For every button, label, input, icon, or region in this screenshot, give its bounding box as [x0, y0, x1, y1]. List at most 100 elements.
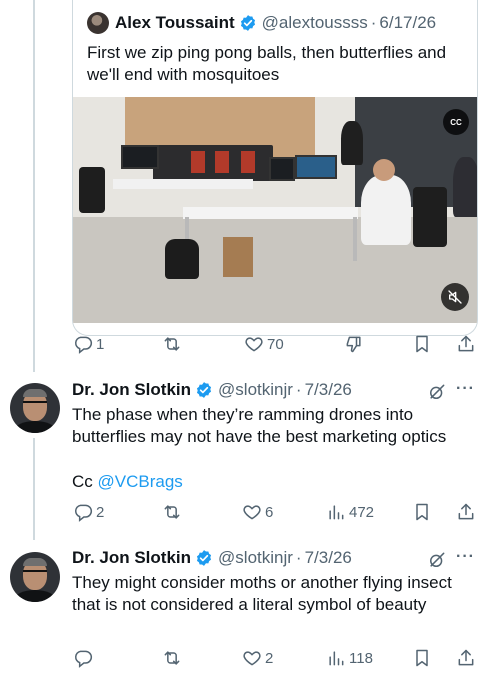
reply-button[interactable]	[73, 648, 96, 668]
quoted-tweet-date[interactable]: 6/17/26	[379, 13, 436, 33]
reply-icon	[75, 504, 93, 522]
video-scene-person	[341, 121, 363, 165]
heart-icon	[243, 505, 261, 520]
reply-button[interactable]: 2	[73, 502, 104, 522]
quoted-tweet-video[interactable]: CC	[73, 97, 477, 323]
video-scene-backpack	[165, 239, 199, 279]
quoted-author-name[interactable]: Alex Toussaint	[115, 13, 235, 33]
dislike-button[interactable]	[344, 334, 364, 354]
views-count: 472	[349, 503, 375, 521]
share-button[interactable]	[456, 502, 476, 522]
speaker-muted-icon	[448, 290, 462, 304]
reply-count: 2	[96, 503, 105, 521]
reply-actions: 2 6 472	[72, 502, 478, 526]
verified-badge-icon	[196, 550, 212, 566]
video-scene-chair	[79, 167, 105, 213]
like-count: 6	[265, 503, 274, 521]
reply-author-name[interactable]: Dr. Jon Slotkin	[72, 548, 191, 568]
reply-header: Dr. Jon Slotkin @slotkinjr · 7/3/26	[72, 548, 352, 568]
video-scene-person	[453, 157, 477, 217]
share-icon	[458, 335, 474, 352]
grok-icon[interactable]	[427, 550, 447, 570]
like-button[interactable]: 6	[242, 502, 273, 522]
meta-separator: ·	[370, 13, 377, 32]
reply-author-avatar[interactable]	[10, 552, 60, 602]
bookmark-button[interactable]	[412, 334, 432, 354]
repost-icon	[164, 651, 180, 665]
repost-button[interactable]	[162, 648, 185, 668]
repost-button[interactable]	[162, 334, 185, 354]
video-scene-table	[113, 179, 253, 189]
views-chart-icon	[329, 651, 344, 666]
like-count: 70	[267, 335, 284, 353]
quoted-tweet-card[interactable]: Alex Toussaint @alextoussss · 6/17/26 Fi…	[72, 0, 478, 336]
views-count: 118	[349, 649, 373, 667]
share-button[interactable]	[456, 648, 476, 668]
video-scene-shelf	[153, 145, 273, 181]
cc-prefix: Cc	[72, 472, 98, 491]
repost-button[interactable]	[162, 502, 185, 522]
video-scene-monitor	[121, 145, 159, 169]
reply-author-handle[interactable]: @slotkinjr	[218, 548, 293, 568]
mention-link[interactable]: @VCBrags	[98, 472, 183, 491]
avatar-shirt	[14, 421, 56, 433]
repost-icon	[164, 505, 180, 519]
reply-count: 1	[96, 335, 105, 353]
thread-line-middle	[33, 438, 35, 540]
reply-actions: 2 118	[72, 648, 478, 672]
reply-cc-line: Cc @VCBrags	[72, 471, 477, 493]
reply-icon	[75, 336, 93, 354]
reply-date[interactable]: 7/3/26	[305, 380, 352, 400]
reply-text: They might consider moths or another fly…	[72, 573, 452, 614]
like-button[interactable]: 2	[242, 648, 273, 668]
captions-button[interactable]: CC	[443, 109, 469, 135]
video-scene-chair	[413, 187, 447, 247]
avatar-hair	[23, 389, 47, 397]
verified-badge-icon	[240, 15, 255, 31]
more-options-button[interactable]: ···	[456, 380, 475, 398]
meta-separator: ·	[295, 380, 302, 399]
repost-icon	[164, 337, 180, 351]
mute-toggle-button[interactable]	[441, 283, 469, 311]
quoted-author-avatar[interactable]	[87, 12, 109, 34]
grok-icon[interactable]	[427, 382, 447, 402]
avatar-hair	[23, 558, 47, 566]
quoted-tweet-actions: 1 70	[72, 334, 478, 358]
reply-author-name[interactable]: Dr. Jon Slotkin	[72, 380, 191, 400]
avatar-shirt	[14, 590, 56, 602]
bookmark-button[interactable]	[412, 502, 432, 522]
like-count: 2	[265, 649, 274, 667]
like-button[interactable]: 70	[244, 334, 284, 354]
share-icon	[458, 649, 474, 666]
share-button[interactable]	[456, 334, 476, 354]
heart-icon	[243, 651, 261, 666]
bookmark-icon	[416, 503, 428, 521]
video-scene-monitor	[269, 157, 295, 181]
quoted-author-handle[interactable]: @alextoussss	[262, 13, 368, 33]
downvote-icon	[346, 336, 361, 353]
video-scene-table-leg	[353, 217, 357, 261]
bookmark-icon	[416, 649, 428, 667]
share-icon	[458, 503, 474, 520]
views-chart-icon	[329, 505, 344, 520]
video-scene-table	[183, 207, 358, 219]
reply-author-avatar[interactable]	[10, 383, 60, 433]
more-options-button[interactable]: ···	[456, 548, 475, 566]
video-scene-person	[373, 159, 395, 181]
heart-icon	[245, 337, 263, 352]
avatar-glasses	[23, 570, 47, 575]
views-button[interactable]: 472	[326, 502, 374, 522]
reply-date[interactable]: 7/3/26	[305, 548, 352, 568]
bookmark-button[interactable]	[412, 648, 432, 668]
video-scene-box	[223, 237, 253, 277]
reply-icon	[75, 650, 93, 668]
reply-button[interactable]: 1	[73, 334, 104, 354]
verified-badge-icon	[196, 382, 212, 398]
thread-line-top	[33, 0, 35, 372]
bookmark-icon	[416, 335, 428, 353]
quoted-tweet-header: Alex Toussaint @alextoussss · 6/17/26	[87, 12, 436, 34]
views-button[interactable]: 118	[326, 648, 373, 668]
avatar-glasses	[23, 401, 47, 406]
reply-author-handle[interactable]: @slotkinjr	[218, 380, 293, 400]
reply-header: Dr. Jon Slotkin @slotkinjr · 7/3/26	[72, 380, 352, 400]
